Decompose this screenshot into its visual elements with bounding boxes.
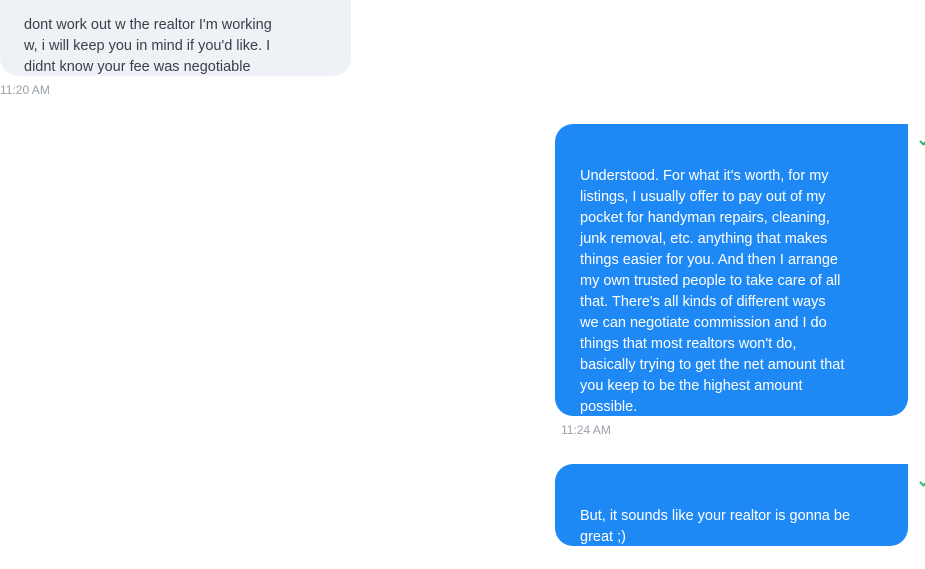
message-text: But, it sounds like your realtor is gonn… (580, 508, 851, 545)
message-thread[interactable]: dont work out w the realtor I'm working … (0, 0, 925, 550)
message-text: Understood. For what it's worth, for my … (580, 168, 845, 415)
outgoing-message-bubble[interactable]: Understood. For what it's worth, for my … (555, 124, 908, 416)
message-text: dont work out w the realtor I'm working … (24, 17, 272, 75)
outgoing-message-bubble[interactable]: But, it sounds like your realtor is gonn… (555, 464, 908, 546)
message-timestamp: 11:24 AM (561, 423, 611, 437)
incoming-message-bubble[interactable]: dont work out w the realtor I'm working … (0, 0, 351, 76)
message-timestamp: 11:20 AM (0, 83, 50, 97)
delivered-check-icon (919, 135, 925, 147)
delivered-check-icon (919, 476, 925, 488)
